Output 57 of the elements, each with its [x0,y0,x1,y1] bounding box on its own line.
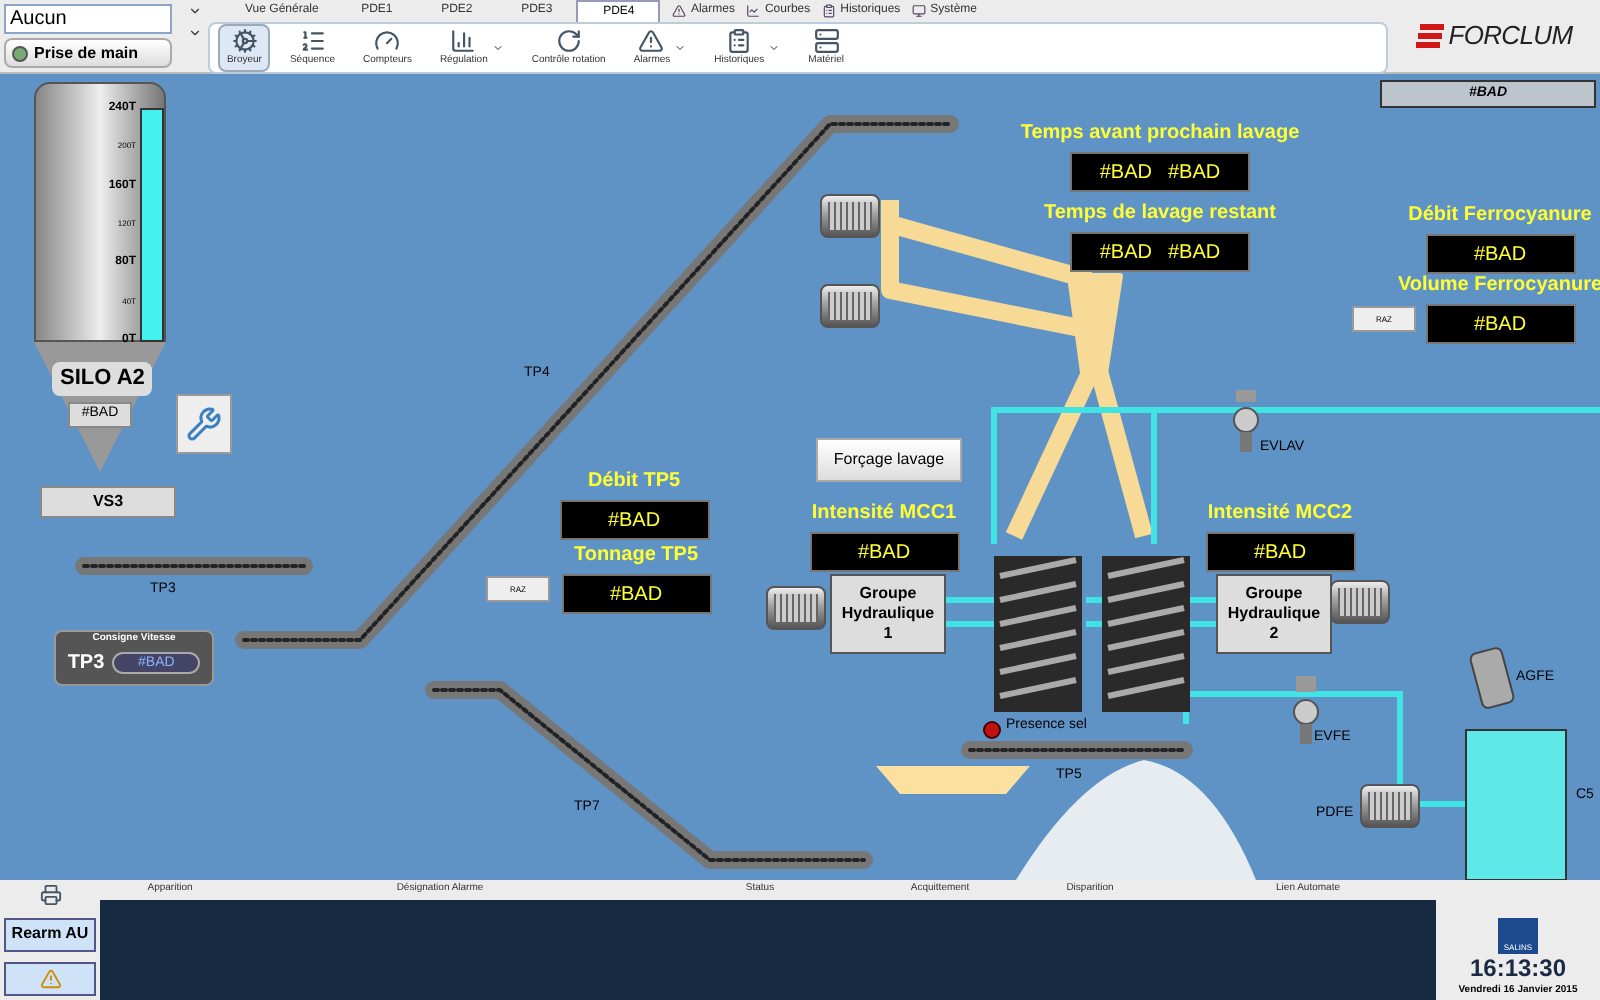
alarm-button[interactable] [4,962,96,996]
value-text: #BAD [857,539,911,567]
value-text: #BAD [1253,539,1307,567]
logo-icon [1416,24,1445,48]
readout-label: Débit TP5 [587,468,681,496]
list-icon [299,27,326,54]
warning-icon [672,4,687,18]
value-text: #BAD [1168,239,1221,267]
wash-button[interactable]: Forçage lavage [816,438,962,482]
value-text: #BAD [609,581,663,609]
readout-label: Temps avant prochain lavage [1020,120,1300,148]
caret-icon [768,42,781,54]
rotate-icon [555,27,582,54]
valve-icon [1293,676,1319,744]
maintenance-icon [176,394,232,454]
warning-icon [638,27,665,54]
motor-icon [1360,784,1420,828]
caret-icon [674,42,687,54]
motor-icon [820,284,880,328]
clipboard-icon [822,4,837,18]
button-icon [12,45,28,62]
readout-label: Intensité MCC2 [1207,500,1353,528]
motor-icon [1330,580,1390,624]
hydraulic-unit: Groupe Hydraulique 1 [830,574,946,654]
bar-chart-icon [450,27,477,54]
setpoint-label: TP3 [67,649,105,677]
caret-icon [491,42,504,54]
gauge-icon [374,27,401,54]
gear-icon [231,27,258,54]
feeder-label: VS3 [40,486,176,518]
rearm-button[interactable]: Rearm AU [4,917,96,951]
value-text: #BAD [1099,239,1152,267]
print-icon[interactable] [39,884,61,906]
cabinet-icon [813,27,840,54]
motor-icon [766,586,826,630]
warning-icon [39,968,61,990]
line-chart-icon [746,4,761,18]
readout-label: Débit Ferrocyanure [1408,202,1592,230]
clock-time: 16:13:30 [1469,953,1567,983]
readout-label: Tonnage TP5 [573,542,699,570]
value-text: #BAD [1473,241,1527,269]
valve-icon [1233,390,1259,452]
motor-icon [820,194,880,238]
silo-name: SILO A2 [52,362,153,395]
logo-text: FORCLUM [1448,18,1573,55]
user-field[interactable]: Aucun [4,4,173,35]
monitor-icon [912,4,927,18]
value-text: #BAD [607,507,661,535]
readout-label: Intensité MCC1 [811,500,957,528]
value-text: #BAD [1099,159,1152,187]
value-text: #BAD [1168,159,1221,187]
readout-label: Temps de lavage restant [1044,200,1276,228]
take-control-button[interactable]: Prise de main [4,38,173,68]
hydraulic-unit: Groupe Hydraulique 2 [1216,574,1332,654]
indicator-lamp-icon [983,721,1001,739]
value-text: #BAD [1473,311,1527,339]
clipboard-icon [726,27,753,54]
